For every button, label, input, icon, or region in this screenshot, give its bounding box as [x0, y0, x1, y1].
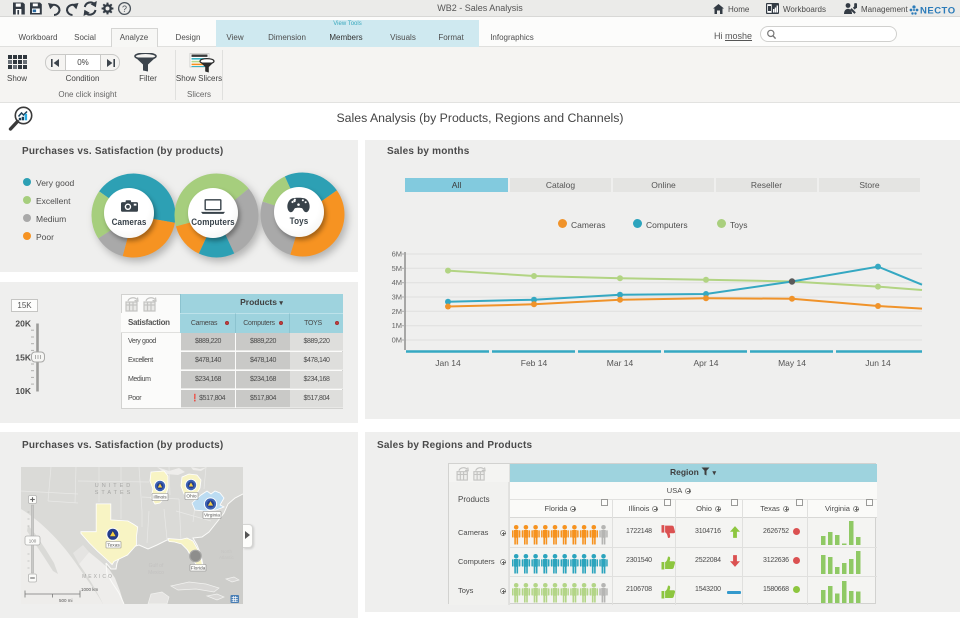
svg-text:Jun 14: Jun 14 [865, 358, 891, 368]
svg-text:500 mi: 500 mi [59, 598, 73, 603]
svg-text:Texas: Texas [107, 543, 120, 549]
svg-text:10K: 10K [15, 386, 31, 396]
svg-text:Ohio: Ohio [186, 494, 196, 500]
svg-text:1000 km: 1000 km [81, 587, 99, 592]
svg-text:May 14: May 14 [778, 358, 806, 368]
svg-text:Apr 14: Apr 14 [693, 358, 718, 368]
svg-text:3M: 3M [392, 293, 402, 302]
svg-text:Virginia: Virginia [204, 513, 220, 519]
svg-text:Gulf of: Gulf of [149, 563, 164, 569]
svg-text:5M: 5M [392, 264, 402, 273]
svg-text:STATES: STATES [95, 490, 134, 496]
svg-text:15K: 15K [15, 352, 31, 362]
svg-text:100: 100 [29, 539, 37, 544]
svg-text:Illinois: Illinois [153, 495, 167, 501]
svg-text:0M: 0M [392, 336, 402, 345]
svg-text:20K: 20K [15, 319, 31, 329]
svg-text:MEXICO: MEXICO [82, 574, 114, 580]
svg-text:Feb 14: Feb 14 [521, 358, 548, 368]
svg-text:1M: 1M [392, 321, 402, 330]
svg-text:6M: 6M [392, 250, 402, 259]
svg-text:Atlantic: Atlantic [219, 555, 235, 560]
svg-text:Mexico: Mexico [148, 570, 164, 576]
svg-text:Florida: Florida [191, 566, 206, 572]
svg-text:NECTO: NECTO [920, 6, 956, 17]
svg-text:Mar 14: Mar 14 [607, 358, 634, 368]
svg-text:2M: 2M [392, 307, 402, 316]
svg-text:North: North [221, 549, 233, 554]
svg-text:UNITED: UNITED [95, 483, 133, 489]
svg-text:Jan 14: Jan 14 [435, 358, 461, 368]
svg-text:4M: 4M [392, 278, 402, 287]
